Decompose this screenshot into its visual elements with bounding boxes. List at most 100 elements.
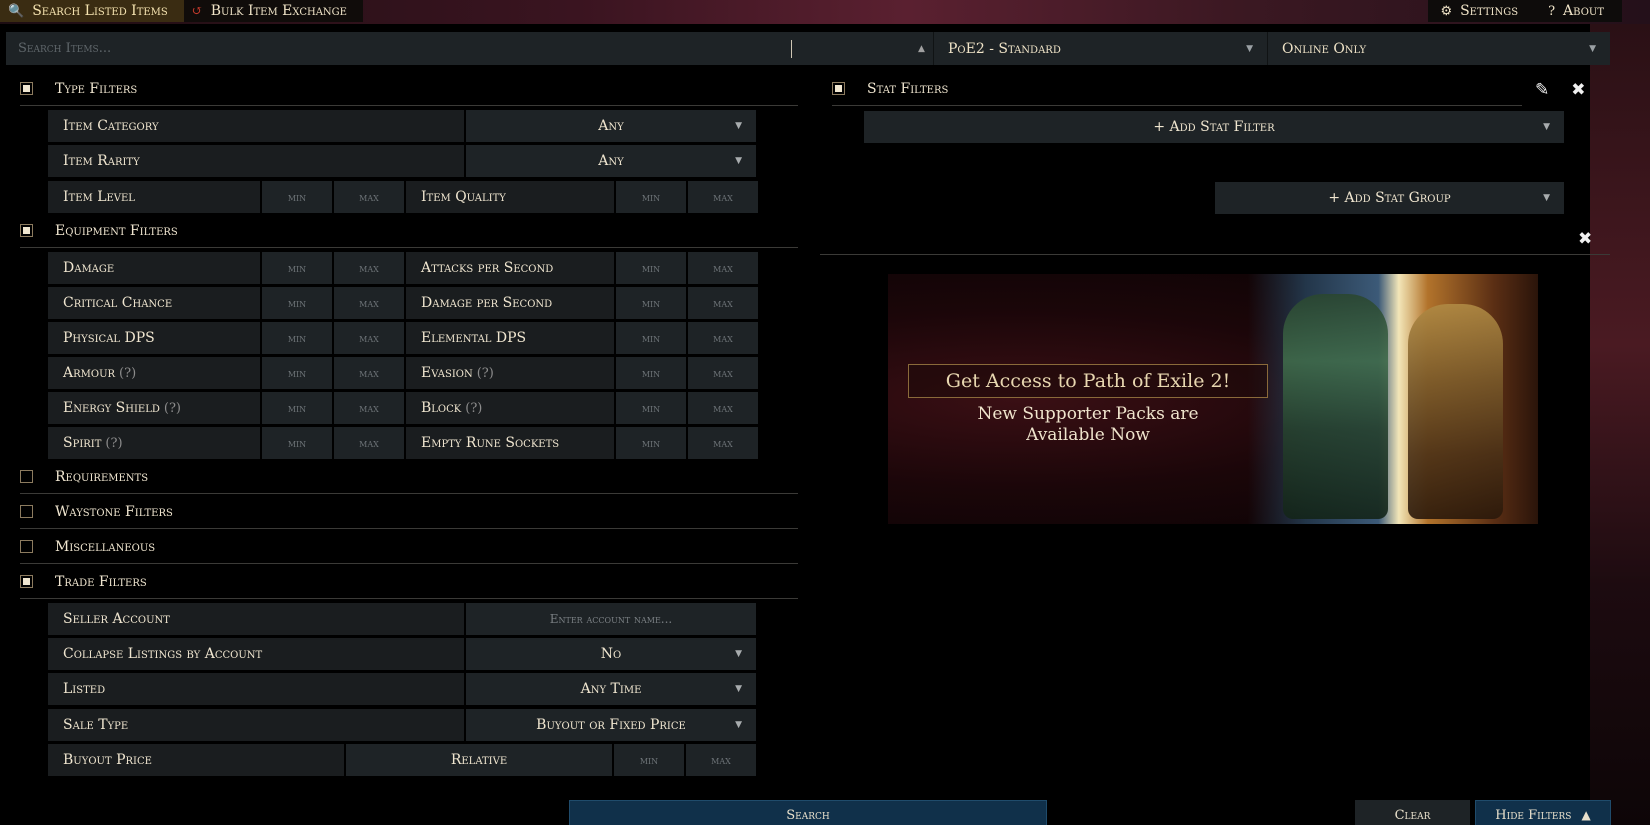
search-button[interactable]: Search bbox=[569, 800, 1047, 825]
clear-button[interactable]: Clear bbox=[1355, 800, 1470, 825]
min-input[interactable]: min bbox=[616, 322, 686, 354]
equipment-row: Armour (?) min max Evasion (?) min max bbox=[48, 357, 760, 390]
max-input[interactable]: max bbox=[688, 287, 758, 319]
min-input[interactable]: min bbox=[262, 287, 332, 319]
help-link[interactable]: (?) bbox=[105, 436, 122, 451]
stat-filters-checkbox[interactable] bbox=[832, 82, 845, 95]
sale-type-select[interactable]: Buyout or Fixed Price ▼ bbox=[466, 709, 756, 741]
banner-title: Get Access to Path of Exile 2! bbox=[908, 364, 1268, 398]
listed-select[interactable]: Any Time ▼ bbox=[466, 673, 756, 705]
max-input[interactable]: max bbox=[688, 392, 758, 424]
max-input[interactable]: max bbox=[334, 322, 404, 354]
chevron-down-icon: ▼ bbox=[735, 649, 742, 659]
gear-icon: ⚙ bbox=[1440, 3, 1453, 19]
seller-account-row: Seller Account Enter account name... bbox=[48, 603, 758, 636]
miscellaneous-header[interactable]: Miscellaneous bbox=[20, 530, 798, 564]
waystone-filters-checkbox[interactable] bbox=[20, 505, 33, 518]
min-input[interactable]: min bbox=[616, 357, 686, 389]
filter-name: Armour bbox=[63, 365, 116, 381]
item-level-max-input[interactable]: max bbox=[334, 181, 404, 213]
min-input[interactable]: min bbox=[262, 427, 332, 459]
trade-filters-header[interactable]: Trade Filters bbox=[20, 565, 798, 599]
league-select[interactable]: PoE2 - Standard ▼ bbox=[934, 32, 1268, 65]
item-category-value: Any bbox=[598, 118, 624, 134]
filter-name: Damage per Second bbox=[421, 295, 553, 311]
equipment-row: Damage min max Attacks per Second min ma… bbox=[48, 252, 760, 285]
filter-name: Evasion bbox=[421, 365, 473, 381]
min-input[interactable]: min bbox=[616, 252, 686, 284]
help-link[interactable]: (?) bbox=[164, 401, 181, 416]
max-input[interactable]: max bbox=[688, 427, 758, 459]
item-category-select[interactable]: Any ▼ bbox=[466, 110, 756, 142]
add-stat-filter-select[interactable]: + Add Stat Filter ▼ bbox=[864, 111, 1564, 143]
min-input[interactable]: min bbox=[262, 357, 332, 389]
max-input[interactable]: max bbox=[334, 357, 404, 389]
max-input[interactable]: max bbox=[334, 392, 404, 424]
collapse-listings-select[interactable]: No ▼ bbox=[466, 638, 756, 670]
buyout-min-input[interactable]: min bbox=[614, 744, 684, 776]
waystone-filters-header[interactable]: Waystone Filters bbox=[20, 495, 798, 529]
min-input[interactable]: min bbox=[262, 322, 332, 354]
equipment-filters-checkbox[interactable] bbox=[20, 224, 33, 237]
item-category-row: Item Category Any ▼ bbox=[48, 110, 758, 143]
hide-filters-button[interactable]: Hide Filters ▲ bbox=[1475, 800, 1611, 825]
edit-icon[interactable]: ✎ bbox=[1535, 80, 1549, 100]
status-value: Online Only bbox=[1282, 40, 1367, 57]
about-label: About bbox=[1563, 3, 1604, 19]
settings-button[interactable]: ⚙ Settings bbox=[1428, 0, 1537, 22]
min-input[interactable]: min bbox=[616, 427, 686, 459]
collapse-listings-label: Collapse Listings by Account bbox=[48, 638, 464, 670]
filter-name: Attacks per Second bbox=[421, 260, 554, 276]
about-button[interactable]: ? About bbox=[1536, 0, 1622, 22]
stat-filters-header[interactable]: Stat Filters bbox=[832, 72, 1522, 106]
online-status-select[interactable]: Online Only ▼ bbox=[1268, 32, 1610, 65]
item-level-min-input[interactable]: min bbox=[262, 181, 332, 213]
help-link[interactable]: (?) bbox=[477, 366, 494, 381]
chevron-up-icon[interactable]: ▲ bbox=[918, 44, 925, 54]
max-input[interactable]: max bbox=[688, 252, 758, 284]
miscellaneous-checkbox[interactable] bbox=[20, 540, 33, 553]
max-input[interactable]: max bbox=[334, 427, 404, 459]
max-input[interactable]: max bbox=[688, 357, 758, 389]
item-rarity-select[interactable]: Any ▼ bbox=[466, 145, 756, 177]
help-link[interactable]: (?) bbox=[119, 366, 136, 381]
collapse-listings-row: Collapse Listings by Account No ▼ bbox=[48, 638, 758, 671]
equipment-filters-header[interactable]: Equipment Filters bbox=[20, 214, 798, 248]
help-link[interactable]: (?) bbox=[465, 401, 482, 416]
equipment-row: Physical DPS min max Elemental DPS min m… bbox=[48, 322, 760, 355]
tab-bulk-item-exchange[interactable]: ↺ Bulk Item Exchange bbox=[183, 0, 363, 22]
close-icon[interactable]: ✖ bbox=[1571, 80, 1585, 100]
league-value: PoE2 - Standard bbox=[948, 40, 1061, 57]
seller-account-input[interactable]: Enter account name... bbox=[466, 603, 756, 635]
equipment-right-label: Empty Rune Sockets bbox=[406, 427, 614, 459]
item-quality-min-input[interactable]: min bbox=[616, 181, 686, 213]
max-input[interactable]: max bbox=[334, 252, 404, 284]
max-input[interactable]: max bbox=[688, 322, 758, 354]
type-filters-header[interactable]: Type Filters bbox=[20, 72, 798, 106]
item-quality-label: Item Quality bbox=[406, 181, 614, 213]
buyout-max-input[interactable]: max bbox=[686, 744, 756, 776]
promo-banner[interactable]: Get Access to Path of Exile 2! New Suppo… bbox=[888, 274, 1538, 524]
type-filters-checkbox[interactable] bbox=[20, 82, 33, 95]
question-icon: ? bbox=[1548, 3, 1556, 19]
equipment-left-label: Energy Shield (?) bbox=[48, 392, 260, 424]
search-input[interactable] bbox=[6, 32, 934, 65]
close-icon[interactable]: ✖ bbox=[1578, 229, 1592, 249]
min-input[interactable]: min bbox=[616, 287, 686, 319]
top-nav-right: ⚙ Settings ? About bbox=[1428, 0, 1622, 22]
trade-filters-checkbox[interactable] bbox=[20, 575, 33, 588]
requirements-checkbox[interactable] bbox=[20, 470, 33, 483]
min-input[interactable]: min bbox=[262, 392, 332, 424]
search-icon: 🔍 bbox=[8, 3, 25, 19]
filter-name: Elemental DPS bbox=[421, 330, 527, 346]
requirements-header[interactable]: Requirements bbox=[20, 460, 798, 494]
add-stat-group-select[interactable]: + Add Stat Group ▼ bbox=[1215, 182, 1564, 214]
buyout-price-mode-select[interactable]: Relative bbox=[346, 744, 612, 776]
equipment-right-label: Attacks per Second bbox=[406, 252, 614, 284]
item-quality-max-input[interactable]: max bbox=[688, 181, 758, 213]
min-input[interactable]: min bbox=[616, 392, 686, 424]
section-title: Waystone Filters bbox=[55, 503, 173, 520]
min-input[interactable]: min bbox=[262, 252, 332, 284]
tab-search-listed-items[interactable]: 🔍 Search Listed Items bbox=[0, 0, 184, 22]
max-input[interactable]: max bbox=[334, 287, 404, 319]
